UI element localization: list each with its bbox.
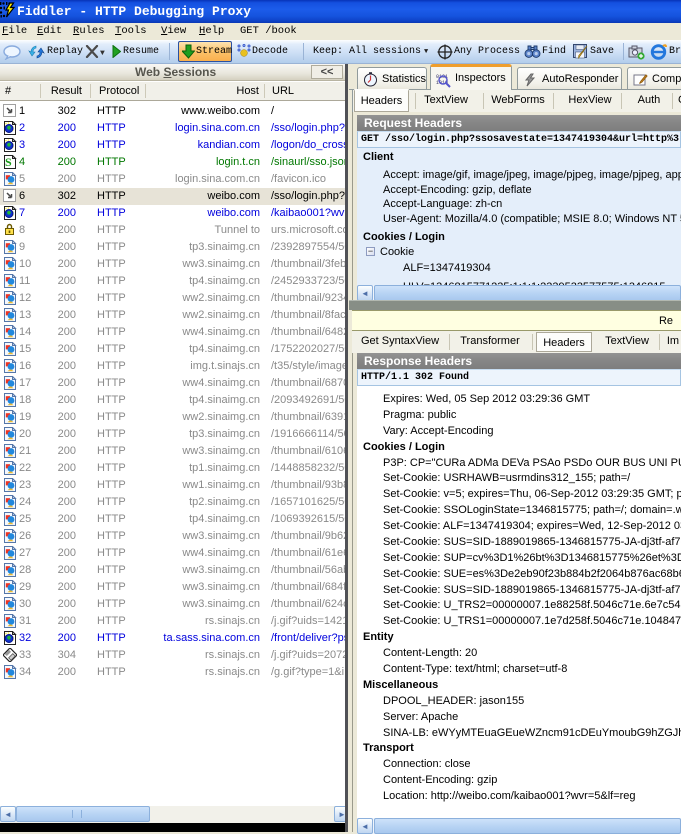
svg-text:S: S	[5, 155, 12, 169]
